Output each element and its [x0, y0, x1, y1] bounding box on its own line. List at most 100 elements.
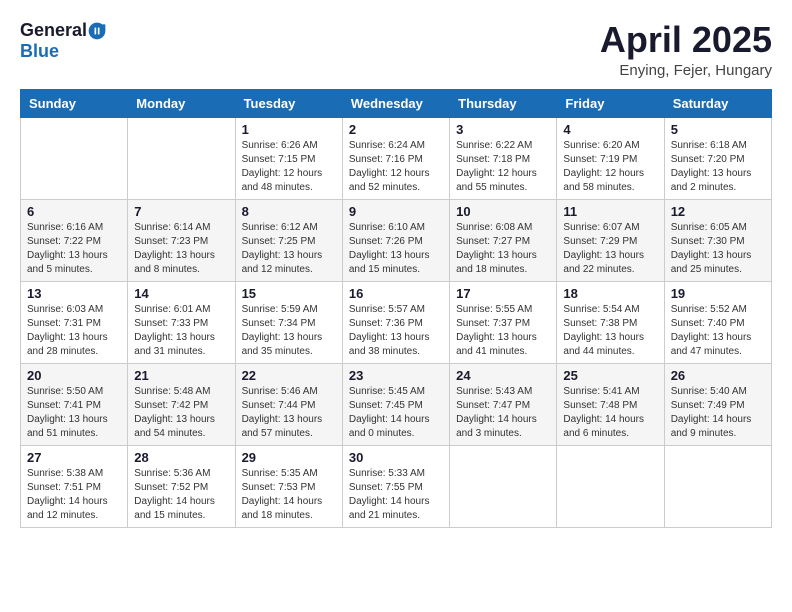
day-info: Sunrise: 6:03 AM Sunset: 7:31 PM Dayligh…	[27, 303, 121, 359]
day-info: Sunrise: 6:05 AM Sunset: 7:30 PM Dayligh…	[671, 221, 765, 277]
day-info: Sunrise: 5:33 AM Sunset: 7:55 PM Dayligh…	[349, 467, 443, 523]
day-info: Sunrise: 6:01 AM Sunset: 7:33 PM Dayligh…	[134, 303, 228, 359]
weekday-header-monday: Monday	[128, 89, 235, 117]
day-number: 14	[134, 286, 228, 301]
day-number: 4	[563, 122, 657, 137]
calendar-cell	[557, 445, 664, 527]
day-info: Sunrise: 6:26 AM Sunset: 7:15 PM Dayligh…	[242, 139, 336, 195]
calendar-cell: 19 Sunrise: 5:52 AM Sunset: 7:40 PM Dayli…	[664, 281, 771, 363]
day-number: 27	[27, 450, 121, 465]
calendar-week-2: 6 Sunrise: 6:16 AM Sunset: 7:22 PM Daylig…	[21, 199, 772, 281]
day-number: 24	[456, 368, 550, 383]
weekday-header-wednesday: Wednesday	[342, 89, 449, 117]
day-info: Sunrise: 5:40 AM Sunset: 7:49 PM Dayligh…	[671, 385, 765, 441]
weekday-header-saturday: Saturday	[664, 89, 771, 117]
weekday-header-thursday: Thursday	[450, 89, 557, 117]
calendar-cell: 18 Sunrise: 5:54 AM Sunset: 7:38 PM Dayli…	[557, 281, 664, 363]
calendar-cell: 6 Sunrise: 6:16 AM Sunset: 7:22 PM Daylig…	[21, 199, 128, 281]
day-number: 12	[671, 204, 765, 219]
calendar-cell	[450, 445, 557, 527]
calendar-cell: 17Sunrise: 5:55 AM Sunset: 7:37 PM Dayli…	[450, 281, 557, 363]
calendar-cell: 27 Sunrise: 5:38 AM Sunset: 7:51 PM Dayli…	[21, 445, 128, 527]
logo-icon	[87, 21, 107, 41]
calendar-cell: 5Sunrise: 6:18 AM Sunset: 7:20 PM Daylig…	[664, 117, 771, 199]
calendar-cell: 20 Sunrise: 5:50 AM Sunset: 7:41 PM Dayli…	[21, 363, 128, 445]
logo-general-text: General	[20, 20, 87, 41]
day-number: 9	[349, 204, 443, 219]
day-info: Sunrise: 5:36 AM Sunset: 7:52 PM Dayligh…	[134, 467, 228, 523]
day-number: 28	[134, 450, 228, 465]
calendar-cell: 12 Sunrise: 6:05 AM Sunset: 7:30 PM Dayli…	[664, 199, 771, 281]
calendar-cell: 24 Sunrise: 5:43 AM Sunset: 7:47 PM Dayli…	[450, 363, 557, 445]
calendar-cell: 25Sunrise: 5:41 AM Sunset: 7:48 PM Dayli…	[557, 363, 664, 445]
calendar-week-3: 13 Sunrise: 6:03 AM Sunset: 7:31 PM Dayli…	[21, 281, 772, 363]
day-number: 29	[242, 450, 336, 465]
day-number: 17	[456, 286, 550, 301]
day-info: Sunrise: 5:43 AM Sunset: 7:47 PM Dayligh…	[456, 385, 550, 441]
day-number: 13	[27, 286, 121, 301]
calendar-cell: 14 Sunrise: 6:01 AM Sunset: 7:33 PM Dayli…	[128, 281, 235, 363]
calendar-cell: 28 Sunrise: 5:36 AM Sunset: 7:52 PM Dayli…	[128, 445, 235, 527]
title-block: April 2025 Enying, Fejer, Hungary	[600, 20, 772, 79]
calendar-cell: 1 Sunrise: 6:26 AM Sunset: 7:15 PM Daylig…	[235, 117, 342, 199]
day-number: 16	[349, 286, 443, 301]
calendar-week-1: 1 Sunrise: 6:26 AM Sunset: 7:15 PM Daylig…	[21, 117, 772, 199]
calendar-cell	[664, 445, 771, 527]
day-info: Sunrise: 5:50 AM Sunset: 7:41 PM Dayligh…	[27, 385, 121, 441]
day-info: Sunrise: 6:10 AM Sunset: 7:26 PM Dayligh…	[349, 221, 443, 277]
day-info: Sunrise: 5:38 AM Sunset: 7:51 PM Dayligh…	[27, 467, 121, 523]
month-title: April 2025	[600, 20, 772, 60]
day-number: 19	[671, 286, 765, 301]
day-info: Sunrise: 5:57 AM Sunset: 7:36 PM Dayligh…	[349, 303, 443, 359]
day-info: Sunrise: 6:16 AM Sunset: 7:22 PM Dayligh…	[27, 221, 121, 277]
day-number: 15	[242, 286, 336, 301]
day-number: 1	[242, 122, 336, 137]
day-number: 23	[349, 368, 443, 383]
calendar-week-4: 20 Sunrise: 5:50 AM Sunset: 7:41 PM Dayli…	[21, 363, 772, 445]
day-info: Sunrise: 6:08 AM Sunset: 7:27 PM Dayligh…	[456, 221, 550, 277]
calendar-cell	[21, 117, 128, 199]
calendar-cell: 13 Sunrise: 6:03 AM Sunset: 7:31 PM Dayli…	[21, 281, 128, 363]
day-info: Sunrise: 5:54 AM Sunset: 7:38 PM Dayligh…	[563, 303, 657, 359]
calendar-cell: 4 Sunrise: 6:20 AM Sunset: 7:19 PM Daylig…	[557, 117, 664, 199]
location-title: Enying, Fejer, Hungary	[600, 62, 772, 79]
day-number: 18	[563, 286, 657, 301]
calendar-cell: 30 Sunrise: 5:33 AM Sunset: 7:55 PM Dayli…	[342, 445, 449, 527]
calendar-week-5: 27 Sunrise: 5:38 AM Sunset: 7:51 PM Dayli…	[21, 445, 772, 527]
day-number: 30	[349, 450, 443, 465]
logo: General Blue	[20, 20, 107, 62]
day-info: Sunrise: 5:48 AM Sunset: 7:42 PM Dayligh…	[134, 385, 228, 441]
calendar-cell: 15Sunrise: 5:59 AM Sunset: 7:34 PM Dayli…	[235, 281, 342, 363]
day-number: 2	[349, 122, 443, 137]
weekday-header-sunday: Sunday	[21, 89, 128, 117]
day-number: 6	[27, 204, 121, 219]
calendar-cell: 10Sunrise: 6:08 AM Sunset: 7:27 PM Dayli…	[450, 199, 557, 281]
calendar-body: 1 Sunrise: 6:26 AM Sunset: 7:15 PM Daylig…	[21, 117, 772, 527]
day-number: 20	[27, 368, 121, 383]
calendar-cell: 2 Sunrise: 6:24 AM Sunset: 7:16 PM Daylig…	[342, 117, 449, 199]
day-info: Sunrise: 6:12 AM Sunset: 7:25 PM Dayligh…	[242, 221, 336, 277]
day-number: 3	[456, 122, 550, 137]
day-info: Sunrise: 5:46 AM Sunset: 7:44 PM Dayligh…	[242, 385, 336, 441]
day-number: 7	[134, 204, 228, 219]
logo-blue-text: Blue	[20, 41, 59, 61]
day-info: Sunrise: 5:52 AM Sunset: 7:40 PM Dayligh…	[671, 303, 765, 359]
day-info: Sunrise: 6:22 AM Sunset: 7:18 PM Dayligh…	[456, 139, 550, 195]
day-info: Sunrise: 6:07 AM Sunset: 7:29 PM Dayligh…	[563, 221, 657, 277]
page-header: General Blue April 2025 Enying, Fejer, H…	[20, 20, 772, 79]
calendar-cell: 9 Sunrise: 6:10 AM Sunset: 7:26 PM Daylig…	[342, 199, 449, 281]
day-info: Sunrise: 6:20 AM Sunset: 7:19 PM Dayligh…	[563, 139, 657, 195]
calendar-cell	[128, 117, 235, 199]
day-number: 11	[563, 204, 657, 219]
calendar-cell: 7Sunrise: 6:14 AM Sunset: 7:23 PM Daylig…	[128, 199, 235, 281]
weekday-header-tuesday: Tuesday	[235, 89, 342, 117]
day-number: 22	[242, 368, 336, 383]
calendar-cell: 26 Sunrise: 5:40 AM Sunset: 7:49 PM Dayli…	[664, 363, 771, 445]
day-info: Sunrise: 6:24 AM Sunset: 7:16 PM Dayligh…	[349, 139, 443, 195]
day-number: 25	[563, 368, 657, 383]
calendar-cell: 11 Sunrise: 6:07 AM Sunset: 7:29 PM Dayli…	[557, 199, 664, 281]
calendar-cell: 23Sunrise: 5:45 AM Sunset: 7:45 PM Dayli…	[342, 363, 449, 445]
day-number: 21	[134, 368, 228, 383]
day-number: 26	[671, 368, 765, 383]
calendar-cell: 3 Sunrise: 6:22 AM Sunset: 7:18 PM Daylig…	[450, 117, 557, 199]
